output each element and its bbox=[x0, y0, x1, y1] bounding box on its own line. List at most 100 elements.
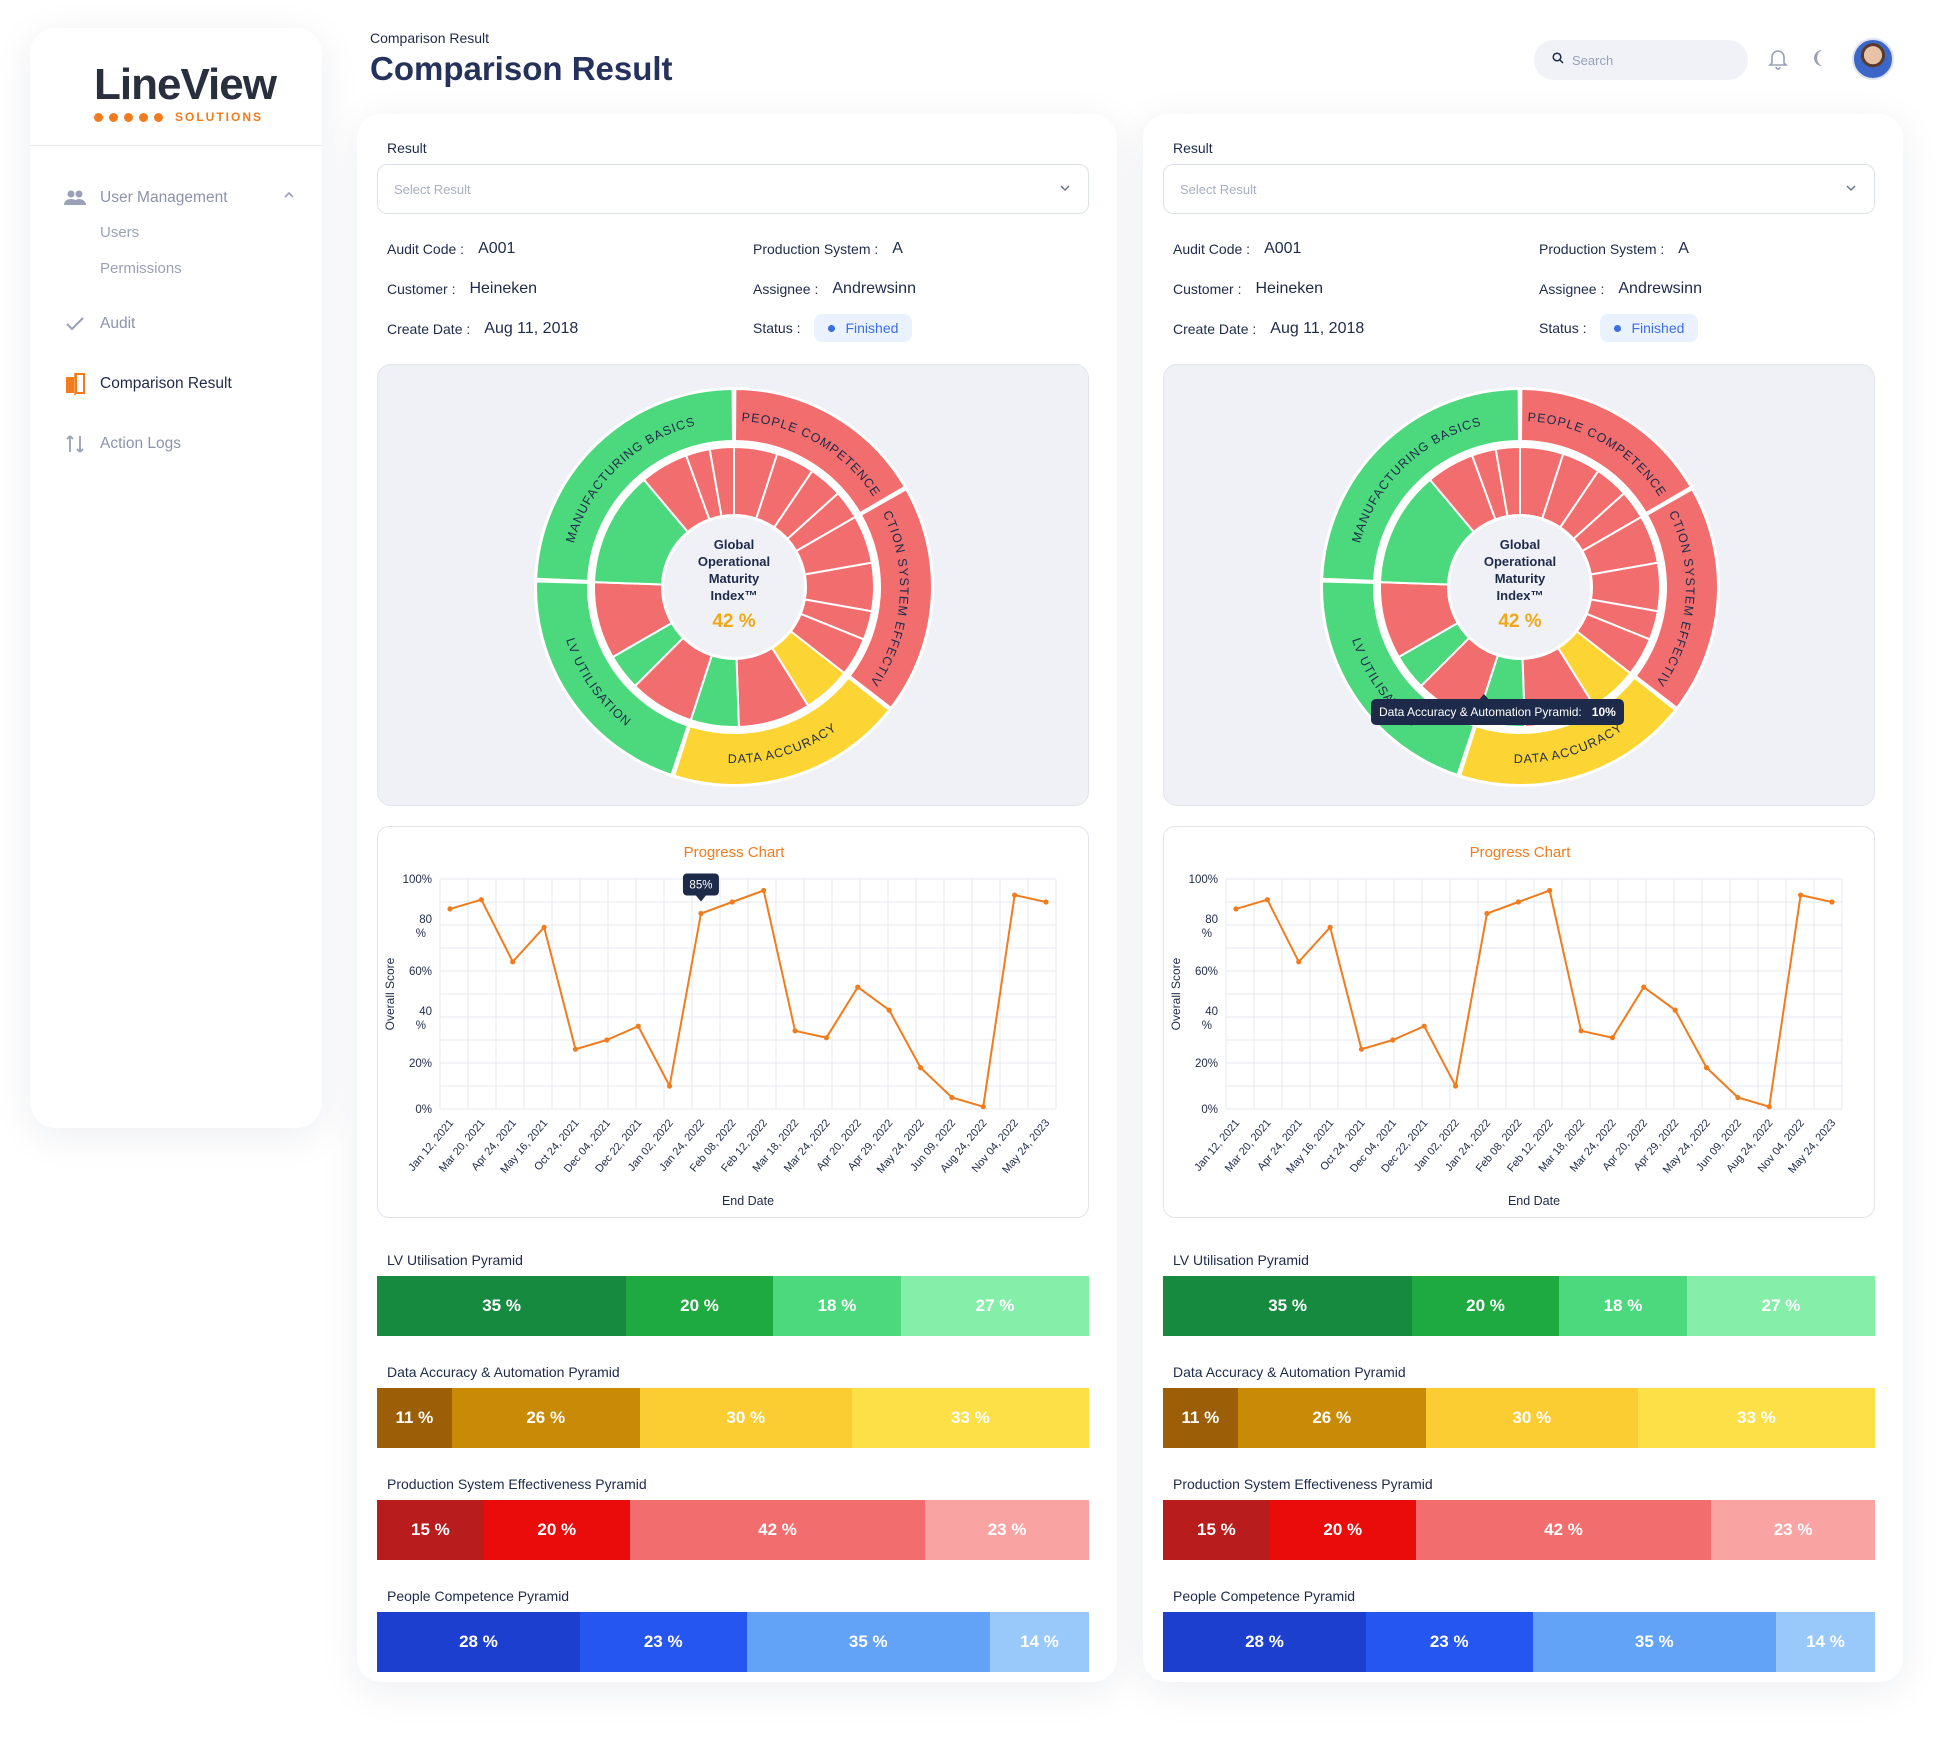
data-point[interactable] bbox=[886, 1007, 892, 1013]
pyramid-segment[interactable]: 30 % bbox=[639, 1388, 852, 1448]
data-point[interactable] bbox=[1672, 1007, 1678, 1013]
data-point[interactable] bbox=[949, 1094, 955, 1101]
pyramid-segment[interactable]: 18 % bbox=[772, 1276, 902, 1336]
pyramid-segment[interactable]: 14 % bbox=[990, 1612, 1089, 1672]
data-point[interactable] bbox=[917, 1065, 924, 1071]
data-point[interactable] bbox=[698, 910, 704, 917]
data-point[interactable] bbox=[604, 1037, 610, 1043]
data-point[interactable] bbox=[1829, 899, 1835, 905]
sidebar-item-action-logs[interactable]: Action Logs bbox=[30, 426, 322, 462]
data-point[interactable] bbox=[1735, 1094, 1741, 1101]
sunburst-center-label: Index™ bbox=[1497, 588, 1544, 603]
data-point[interactable] bbox=[1484, 910, 1490, 917]
data-point[interactable] bbox=[1515, 899, 1521, 905]
pyramid-segment[interactable]: 23 % bbox=[579, 1612, 747, 1672]
callout-label: 85% bbox=[689, 880, 712, 892]
pyramid-segment[interactable]: 26 % bbox=[451, 1388, 640, 1448]
chevron-up-icon[interactable] bbox=[282, 188, 296, 207]
sidebar-item-comparison-result[interactable]: Comparison Result bbox=[30, 366, 322, 402]
pyramid-segment[interactable]: 42 % bbox=[1415, 1500, 1712, 1560]
pyramid-bar: 11 % 26 % 30 % 33 % bbox=[1163, 1388, 1875, 1448]
pyramid-segment[interactable]: 20 % bbox=[626, 1276, 773, 1336]
pyramid-segment[interactable]: 35 % bbox=[377, 1276, 627, 1336]
result-select[interactable]: Select Result bbox=[1163, 164, 1875, 214]
data-point[interactable] bbox=[1327, 924, 1333, 930]
data-point[interactable] bbox=[572, 1046, 579, 1052]
data-point[interactable] bbox=[478, 897, 484, 903]
data-point[interactable] bbox=[980, 1104, 986, 1110]
data-point[interactable] bbox=[1452, 1083, 1459, 1089]
search-input[interactable]: Search bbox=[1534, 40, 1748, 80]
data-point[interactable] bbox=[1578, 1028, 1584, 1034]
sidebar-item-audit[interactable]: Audit bbox=[30, 306, 322, 342]
data-point[interactable] bbox=[1547, 887, 1553, 894]
pyramid-segment[interactable]: 28 % bbox=[1163, 1612, 1366, 1672]
data-point[interactable] bbox=[1641, 984, 1647, 990]
sidebar-item-users[interactable]: Users bbox=[30, 224, 322, 248]
data-point[interactable] bbox=[729, 899, 735, 905]
avatar[interactable] bbox=[1852, 38, 1894, 80]
pyramid-segment[interactable]: 11 % bbox=[377, 1388, 452, 1448]
pyramid-segment[interactable]: 15 % bbox=[1163, 1500, 1270, 1560]
data-point[interactable] bbox=[1798, 892, 1804, 898]
data-point[interactable] bbox=[823, 1035, 830, 1041]
pyramid-segment[interactable]: 11 % bbox=[1163, 1388, 1238, 1448]
sunburst-tooltip: Data Accuracy & Automation Pyramid: 10% bbox=[1371, 699, 1624, 725]
data-point[interactable] bbox=[1012, 892, 1018, 898]
data-point[interactable] bbox=[1703, 1065, 1710, 1071]
users-icon bbox=[64, 187, 86, 209]
result-select[interactable]: Select Result bbox=[377, 164, 1089, 214]
data-point[interactable] bbox=[1264, 897, 1270, 903]
data-point[interactable] bbox=[792, 1028, 798, 1034]
data-point[interactable] bbox=[447, 906, 453, 912]
data-point[interactable] bbox=[1043, 899, 1049, 905]
data-point[interactable] bbox=[1233, 906, 1239, 912]
pyramid-segment[interactable]: 27 % bbox=[901, 1276, 1089, 1336]
logo[interactable]: LineView SOLUTIONS bbox=[30, 28, 322, 146]
pyramid-segment[interactable]: 35 % bbox=[1532, 1612, 1776, 1672]
pyramid-segment[interactable]: 23 % bbox=[925, 1500, 1089, 1560]
pyramid-segment[interactable]: 20 % bbox=[1269, 1500, 1416, 1560]
pyramid-segment[interactable]: 23 % bbox=[1711, 1500, 1875, 1560]
sidebar-item-permissions[interactable]: Permissions bbox=[30, 260, 322, 284]
pyramid-segment[interactable]: 28 % bbox=[377, 1612, 580, 1672]
pyramid-segment[interactable]: 20 % bbox=[1412, 1276, 1559, 1336]
data-point[interactable] bbox=[855, 984, 861, 990]
pyramid-segment[interactable]: 35 % bbox=[746, 1612, 990, 1672]
data-point[interactable] bbox=[1421, 1023, 1427, 1029]
data-point[interactable] bbox=[1358, 1046, 1365, 1052]
data-point[interactable] bbox=[1766, 1104, 1772, 1110]
data-point[interactable] bbox=[1609, 1035, 1616, 1041]
logo-dot bbox=[154, 112, 163, 122]
sidebar-item-user-management[interactable]: User Management bbox=[30, 180, 322, 216]
customer-value: Heineken bbox=[469, 280, 538, 297]
pyramid-segment[interactable]: 27 % bbox=[1687, 1276, 1875, 1336]
logo-dot bbox=[109, 112, 118, 122]
pyramid-segment[interactable]: 18 % bbox=[1558, 1276, 1688, 1336]
page-title: Comparison Result bbox=[370, 50, 673, 87]
breadcrumb[interactable]: Comparison Result bbox=[370, 30, 489, 46]
bell-icon[interactable] bbox=[1768, 48, 1792, 72]
data-point[interactable] bbox=[541, 924, 547, 930]
data-point[interactable] bbox=[635, 1023, 641, 1029]
data-point[interactable] bbox=[666, 1083, 673, 1089]
pyramid-segment[interactable]: 33 % bbox=[1637, 1388, 1875, 1448]
pyramid-segment[interactable]: 42 % bbox=[629, 1500, 926, 1560]
audit-code-field: Audit Code : A001 bbox=[1173, 240, 1301, 258]
moon-icon[interactable] bbox=[1808, 48, 1832, 72]
data-point[interactable] bbox=[510, 959, 516, 965]
data-point[interactable] bbox=[1296, 959, 1302, 965]
pyramid-segment[interactable]: 26 % bbox=[1237, 1388, 1426, 1448]
pyramid-segment[interactable]: 33 % bbox=[851, 1388, 1089, 1448]
pyramid-segment[interactable]: 14 % bbox=[1776, 1612, 1875, 1672]
pyramid-segment[interactable]: 35 % bbox=[1163, 1276, 1413, 1336]
y-tick-label: 100% bbox=[1189, 874, 1218, 886]
data-point[interactable] bbox=[1390, 1037, 1396, 1043]
x-axis-label: End Date bbox=[722, 1194, 774, 1208]
pyramid-segment[interactable]: 30 % bbox=[1425, 1388, 1638, 1448]
sunburst-center-value: 42 % bbox=[712, 611, 755, 632]
pyramid-segment[interactable]: 15 % bbox=[377, 1500, 484, 1560]
data-point[interactable] bbox=[761, 887, 767, 894]
pyramid-segment[interactable]: 23 % bbox=[1365, 1612, 1533, 1672]
pyramid-segment[interactable]: 20 % bbox=[483, 1500, 630, 1560]
